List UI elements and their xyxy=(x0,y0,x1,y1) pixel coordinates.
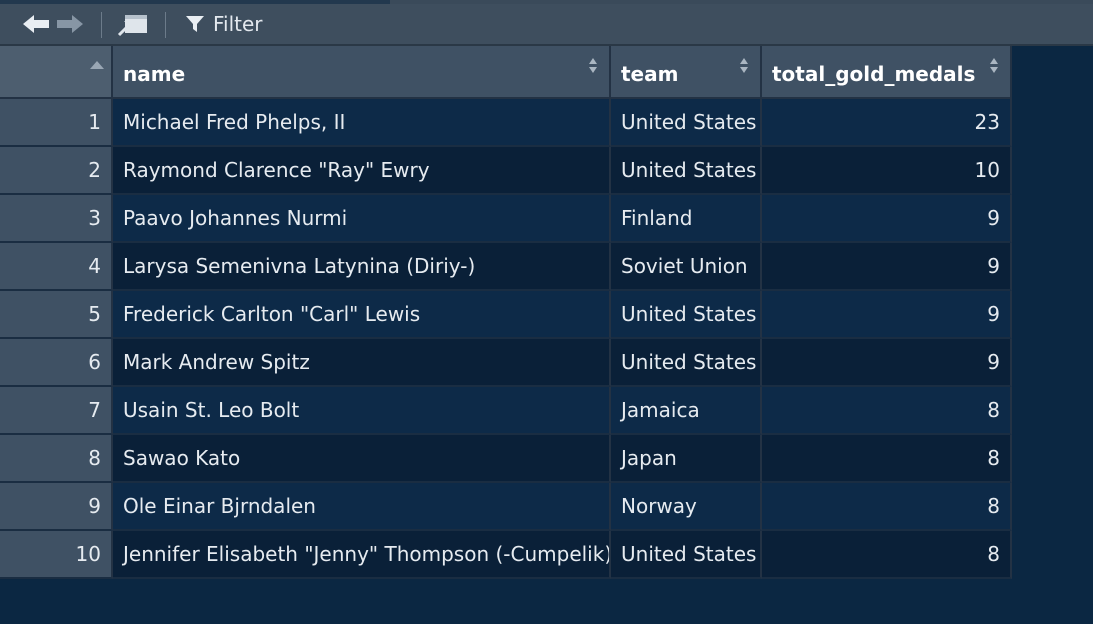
forward-button[interactable] xyxy=(54,10,86,38)
table-row[interactable]: 7 Usain St. Leo Bolt Jamaica 8 xyxy=(0,387,1012,435)
row-index: 4 xyxy=(0,243,113,291)
data-viewer-toolbar: Filter xyxy=(0,4,1093,46)
name-cell[interactable]: Usain St. Leo Bolt xyxy=(113,387,611,435)
column-header-total-gold-medals[interactable]: total_gold_medals xyxy=(762,46,1012,99)
row-index: 7 xyxy=(0,387,113,435)
funnel-icon xyxy=(186,16,204,32)
medals-cell[interactable]: 23 xyxy=(762,99,1012,147)
team-cell[interactable]: United States xyxy=(611,291,762,339)
row-index: 6 xyxy=(0,339,113,387)
medals-cell[interactable]: 8 xyxy=(762,435,1012,483)
row-index-header[interactable] xyxy=(0,46,113,99)
name-cell[interactable]: Jennifer Elisabeth "Jenny" Thompson (-Cu… xyxy=(113,531,611,579)
row-index: 2 xyxy=(0,147,113,195)
row-index: 10 xyxy=(0,531,113,579)
team-cell[interactable]: United States xyxy=(611,531,762,579)
back-button[interactable] xyxy=(20,10,52,38)
toolbar-separator xyxy=(165,12,166,38)
table-row[interactable]: 4 Larysa Semenivna Latynina (Diriy-) Sov… xyxy=(0,243,1012,291)
medals-cell[interactable]: 9 xyxy=(762,291,1012,339)
team-cell[interactable]: Finland xyxy=(611,195,762,243)
arrow-left-icon xyxy=(23,15,49,33)
filter-button[interactable]: Filter xyxy=(185,10,275,38)
sort-icon[interactable] xyxy=(990,58,1000,74)
medals-cell[interactable]: 8 xyxy=(762,483,1012,531)
row-index: 5 xyxy=(0,291,113,339)
row-index: 3 xyxy=(0,195,113,243)
medals-cell[interactable]: 8 xyxy=(762,387,1012,435)
team-cell[interactable]: Soviet Union xyxy=(611,243,762,291)
team-cell[interactable]: Norway xyxy=(611,483,762,531)
team-cell[interactable]: United States xyxy=(611,339,762,387)
medals-cell[interactable]: 9 xyxy=(762,243,1012,291)
team-cell[interactable]: Japan xyxy=(611,435,762,483)
sort-up-icon xyxy=(90,61,104,69)
toolbar-separator xyxy=(101,12,102,38)
column-header-label: total_gold_medals xyxy=(772,61,976,86)
name-cell[interactable]: Mark Andrew Spitz xyxy=(113,339,611,387)
table-row[interactable]: 1 Michael Fred Phelps, II United States … xyxy=(0,99,1012,147)
name-cell[interactable]: Larysa Semenivna Latynina (Diriy-) xyxy=(113,243,611,291)
column-header-team[interactable]: team xyxy=(611,46,762,99)
filter-label: Filter xyxy=(213,12,263,36)
table-row[interactable]: 8 Sawao Kato Japan 8 xyxy=(0,435,1012,483)
sort-icon[interactable] xyxy=(740,58,750,74)
table-row[interactable]: 6 Mark Andrew Spitz United States 9 xyxy=(0,339,1012,387)
column-header-label: team xyxy=(621,61,679,86)
medals-cell[interactable]: 10 xyxy=(762,147,1012,195)
popout-window-icon xyxy=(117,15,147,37)
team-cell[interactable]: Jamaica xyxy=(611,387,762,435)
header-row: name team total_gold_medals xyxy=(0,46,1012,99)
data-grid: name team total_gold_medals 1 Michael Fr… xyxy=(0,46,1012,579)
popout-button[interactable] xyxy=(115,10,151,38)
table-row[interactable]: 5 Frederick Carlton "Carl" Lewis United … xyxy=(0,291,1012,339)
medals-cell[interactable]: 9 xyxy=(762,195,1012,243)
table-row[interactable]: 3 Paavo Johannes Nurmi Finland 9 xyxy=(0,195,1012,243)
row-index: 9 xyxy=(0,483,113,531)
name-cell[interactable]: Michael Fred Phelps, II xyxy=(113,99,611,147)
table-row[interactable]: 10 Jennifer Elisabeth "Jenny" Thompson (… xyxy=(0,531,1012,579)
column-header-label: name xyxy=(123,61,186,86)
row-index: 1 xyxy=(0,99,113,147)
table-row[interactable]: 2 Raymond Clarence "Ray" Ewry United Sta… xyxy=(0,147,1012,195)
row-index: 8 xyxy=(0,435,113,483)
team-cell[interactable]: United States xyxy=(611,147,762,195)
sort-icon[interactable] xyxy=(589,58,599,74)
name-cell[interactable]: Sawao Kato xyxy=(113,435,611,483)
name-cell[interactable]: Raymond Clarence "Ray" Ewry xyxy=(113,147,611,195)
medals-cell[interactable]: 8 xyxy=(762,531,1012,579)
column-header-name[interactable]: name xyxy=(113,46,611,99)
team-cell[interactable]: United States xyxy=(611,99,762,147)
name-cell[interactable]: Ole Einar Bjrndalen xyxy=(113,483,611,531)
table-row[interactable]: 9 Ole Einar Bjrndalen Norway 8 xyxy=(0,483,1012,531)
arrow-right-icon xyxy=(57,15,83,33)
name-cell[interactable]: Frederick Carlton "Carl" Lewis xyxy=(113,291,611,339)
name-cell[interactable]: Paavo Johannes Nurmi xyxy=(113,195,611,243)
medals-cell[interactable]: 9 xyxy=(762,339,1012,387)
